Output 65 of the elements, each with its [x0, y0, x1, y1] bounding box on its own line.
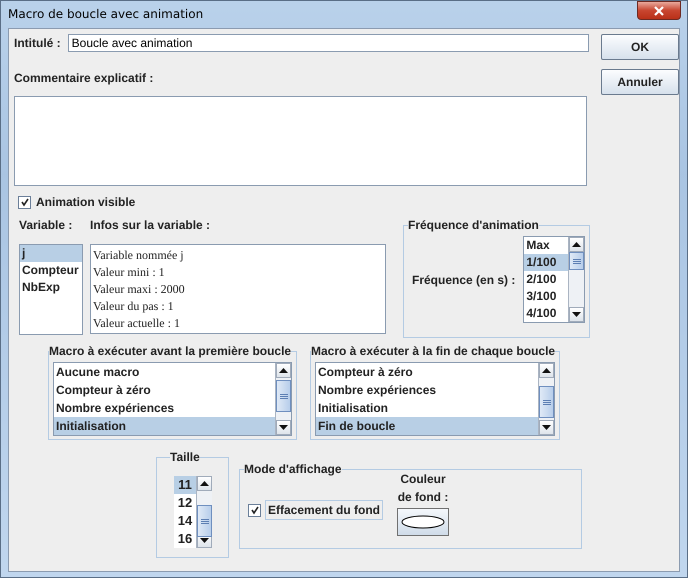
- scrollbar[interactable]: [568, 237, 584, 322]
- up-arrow-icon: [572, 242, 582, 247]
- scrollbar[interactable]: [196, 476, 212, 548]
- group-title: Fréquence d'animation: [408, 218, 539, 232]
- grip-icon: [200, 518, 208, 524]
- group-title: Macro à exécuter avant la première boucle: [49, 344, 292, 358]
- color-label: Couleur de fond :: [396, 471, 450, 506]
- group-title: Mode d'affichage: [244, 462, 342, 476]
- up-arrow-icon: [200, 481, 209, 486]
- list-item[interactable]: j: [20, 245, 82, 262]
- list-item[interactable]: 4/100: [524, 305, 568, 322]
- list-item[interactable]: Initialisation: [316, 399, 538, 417]
- grip-icon: [542, 400, 551, 404]
- ellipse-icon: [401, 515, 446, 529]
- down-arrow-icon: [279, 425, 288, 430]
- list-item[interactable]: 14: [174, 512, 196, 530]
- info-line: Valeur actuelle : 1: [93, 315, 181, 332]
- info-line: Variable nommée j: [93, 247, 185, 264]
- list-item[interactable]: Fin de boucle: [316, 417, 538, 435]
- info-line: Valeur mini : 1: [93, 264, 166, 281]
- up-arrow-icon: [542, 368, 552, 373]
- info-line: Valeur du pas : 1: [93, 298, 175, 315]
- group-title: Macro à exécuter à la fin de chaque boucle: [311, 344, 556, 358]
- grip-icon: [572, 258, 581, 264]
- list-item[interactable]: Initialisation: [54, 417, 275, 435]
- list-item[interactable]: NbExp: [20, 279, 82, 296]
- list-item[interactable]: 11: [174, 476, 196, 494]
- checkbox-label: Effacement du fond: [265, 500, 384, 520]
- info-line: Valeur maxi : 2000: [93, 281, 186, 298]
- list-item[interactable]: Aucune macro: [54, 363, 275, 381]
- list-item[interactable]: 1/100: [524, 254, 568, 271]
- checkbox-label: Animation visible: [36, 195, 136, 209]
- scrollbar[interactable]: [538, 363, 554, 435]
- window-title: Macro de boucle avec animation: [8, 6, 204, 20]
- list-item[interactable]: Compteur: [20, 262, 82, 279]
- list-item[interactable]: 3/100: [524, 288, 568, 305]
- dialog-button[interactable]: Annuler: [601, 69, 679, 95]
- list-item[interactable]: Compteur à zéro: [54, 381, 275, 399]
- checkbox[interactable]: [18, 196, 31, 208]
- list-item[interactable]: 2/100: [524, 271, 568, 288]
- checkbox[interactable]: [248, 504, 261, 516]
- down-arrow-icon: [542, 425, 552, 430]
- comment-field[interactable]: [14, 96, 587, 186]
- close-icon: [652, 6, 666, 16]
- group-title: Taille: [170, 450, 200, 464]
- info-label: Infos sur la variable :: [90, 218, 212, 232]
- list-item[interactable]: Compteur à zéro: [316, 363, 538, 381]
- list-item[interactable]: 16: [174, 530, 196, 548]
- up-arrow-icon: [279, 368, 288, 373]
- scrollbar[interactable]: [275, 363, 291, 435]
- list-item[interactable]: Nombre expériences: [316, 381, 538, 399]
- list-item[interactable]: 12: [174, 494, 196, 512]
- grip-icon: [280, 394, 288, 398]
- dialog-button[interactable]: OK: [601, 34, 679, 60]
- title-field[interactable]: Boucle avec animation: [68, 34, 589, 52]
- list-item[interactable]: Max: [524, 237, 568, 254]
- close-button[interactable]: [637, 1, 681, 20]
- field-label: Intitulé :: [14, 36, 61, 50]
- frequency-label: Fréquence (en s) :: [412, 272, 516, 286]
- down-arrow-icon: [200, 538, 209, 543]
- comment-label: Commentaire explicatif :: [14, 71, 154, 85]
- color-button[interactable]: [397, 508, 450, 536]
- variable-label: Variable :: [19, 218, 74, 232]
- down-arrow-icon: [572, 312, 582, 317]
- list-item[interactable]: Nombre expériences: [54, 399, 275, 417]
